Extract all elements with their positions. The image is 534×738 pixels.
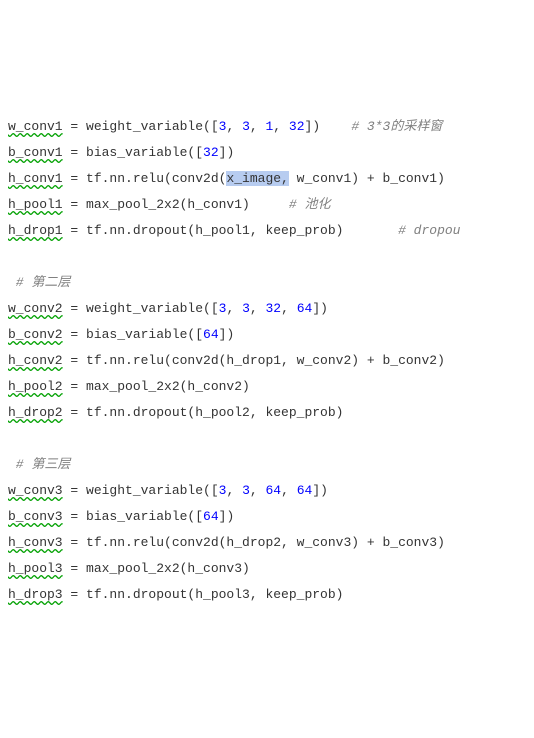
code-token: # 第二层 <box>8 275 70 290</box>
code-token: = weight_variable([ <box>63 119 219 134</box>
code-token: , <box>250 301 266 316</box>
code-token: = weight_variable([ <box>63 483 219 498</box>
code-token: = tf.nn.dropout(h_pool1, keep_prob) <box>63 223 398 238</box>
code-token: 64 <box>203 509 219 524</box>
code-line[interactable] <box>8 426 526 452</box>
code-token: = bias_variable([ <box>63 327 203 342</box>
identifier-squiggle: b_conv2 <box>8 327 63 342</box>
code-token: # 第三层 <box>8 457 70 472</box>
code-token: 3 <box>242 301 250 316</box>
code-line[interactable]: w_conv2 = weight_variable([3, 3, 32, 64]… <box>8 296 526 322</box>
code-token <box>8 431 16 446</box>
code-editor-content[interactable]: w_conv1 = weight_variable([3, 3, 1, 32])… <box>8 114 526 608</box>
code-token: ]) <box>219 145 235 160</box>
identifier-squiggle: h_pool2 <box>8 379 63 394</box>
code-line[interactable]: h_pool3 = max_pool_2x2(h_conv3) <box>8 556 526 582</box>
code-line[interactable]: h_conv1 = tf.nn.relu(conv2d(x_image, w_c… <box>8 166 526 192</box>
identifier-squiggle: h_drop2 <box>8 405 63 420</box>
code-token: = max_pool_2x2(h_conv3) <box>63 561 250 576</box>
identifier-squiggle: b_conv3 <box>8 509 63 524</box>
code-token: x_image <box>226 171 281 186</box>
code-token: , <box>273 119 289 134</box>
code-line[interactable]: h_conv3 = tf.nn.relu(conv2d(h_drop2, w_c… <box>8 530 526 556</box>
code-token: = tf.nn.relu(conv2d(h_drop2, w_conv3) + … <box>63 535 445 550</box>
code-token: ]) <box>305 119 352 134</box>
code-token: # 3*3的采样窗 <box>351 119 442 134</box>
identifier-squiggle: w_conv3 <box>8 483 63 498</box>
code-token: = tf.nn.relu(conv2d( <box>63 171 227 186</box>
code-token <box>8 249 16 264</box>
identifier-squiggle: h_conv3 <box>8 535 63 550</box>
code-line[interactable]: w_conv3 = weight_variable([3, 3, 64, 64]… <box>8 478 526 504</box>
code-token: # dropou <box>398 223 460 238</box>
code-token: ]) <box>312 301 328 316</box>
code-token: = bias_variable([ <box>63 145 203 160</box>
identifier-squiggle: h_drop3 <box>8 587 63 602</box>
code-token: , <box>226 483 242 498</box>
code-token: 64 <box>297 301 313 316</box>
code-token: , <box>250 119 266 134</box>
identifier-squiggle: w_conv2 <box>8 301 63 316</box>
code-line[interactable]: h_drop2 = tf.nn.dropout(h_pool2, keep_pr… <box>8 400 526 426</box>
code-token: = max_pool_2x2(h_conv2) <box>63 379 250 394</box>
code-token: , <box>281 171 289 186</box>
code-token: ]) <box>219 509 235 524</box>
code-token: 64 <box>297 483 313 498</box>
identifier-squiggle: w_conv1 <box>8 119 63 134</box>
code-line[interactable]: b_conv3 = bias_variable([64]) <box>8 504 526 530</box>
identifier-squiggle: h_drop1 <box>8 223 63 238</box>
code-line[interactable]: b_conv1 = bias_variable([32]) <box>8 140 526 166</box>
code-token: , <box>250 483 266 498</box>
code-token: , <box>281 483 297 498</box>
code-token: 32 <box>289 119 305 134</box>
identifier-squiggle: h_conv1 <box>8 171 63 186</box>
code-token: = tf.nn.dropout(h_pool2, keep_prob) <box>63 405 344 420</box>
code-line[interactable]: b_conv2 = bias_variable([64]) <box>8 322 526 348</box>
code-token: = tf.nn.relu(conv2d(h_drop1, w_conv2) + … <box>63 353 445 368</box>
code-token: # 池化 <box>289 197 331 212</box>
code-line[interactable]: h_conv2 = tf.nn.relu(conv2d(h_drop1, w_c… <box>8 348 526 374</box>
code-line[interactable]: h_pool1 = max_pool_2x2(h_conv1) # 池化 <box>8 192 526 218</box>
identifier-squiggle: h_pool1 <box>8 197 63 212</box>
code-token: = bias_variable([ <box>63 509 203 524</box>
code-token: 32 <box>265 301 281 316</box>
code-token: 64 <box>203 327 219 342</box>
code-line[interactable]: h_pool2 = max_pool_2x2(h_conv2) <box>8 374 526 400</box>
code-token: w_conv1) + b_conv1) <box>289 171 445 186</box>
code-line[interactable]: w_conv1 = weight_variable([3, 3, 1, 32])… <box>8 114 526 140</box>
code-token: , <box>226 301 242 316</box>
code-token: = max_pool_2x2(h_conv1) <box>63 197 289 212</box>
code-line[interactable] <box>8 244 526 270</box>
code-token: 3 <box>242 483 250 498</box>
code-token: = weight_variable([ <box>63 301 219 316</box>
code-line[interactable]: # 第三层 <box>8 452 526 478</box>
code-token: 3 <box>242 119 250 134</box>
code-token: , <box>281 301 297 316</box>
code-token: = tf.nn.dropout(h_pool3, keep_prob) <box>63 587 344 602</box>
identifier-squiggle: h_conv2 <box>8 353 63 368</box>
identifier-squiggle: b_conv1 <box>8 145 63 160</box>
code-line[interactable]: h_drop3 = tf.nn.dropout(h_pool3, keep_pr… <box>8 582 526 608</box>
code-token: 32 <box>203 145 219 160</box>
code-line[interactable]: # 第二层 <box>8 270 526 296</box>
code-token: ]) <box>219 327 235 342</box>
code-token: ]) <box>312 483 328 498</box>
code-token: , <box>226 119 242 134</box>
code-line[interactable]: h_drop1 = tf.nn.dropout(h_pool1, keep_pr… <box>8 218 526 244</box>
identifier-squiggle: h_pool3 <box>8 561 63 576</box>
code-token: 64 <box>265 483 281 498</box>
